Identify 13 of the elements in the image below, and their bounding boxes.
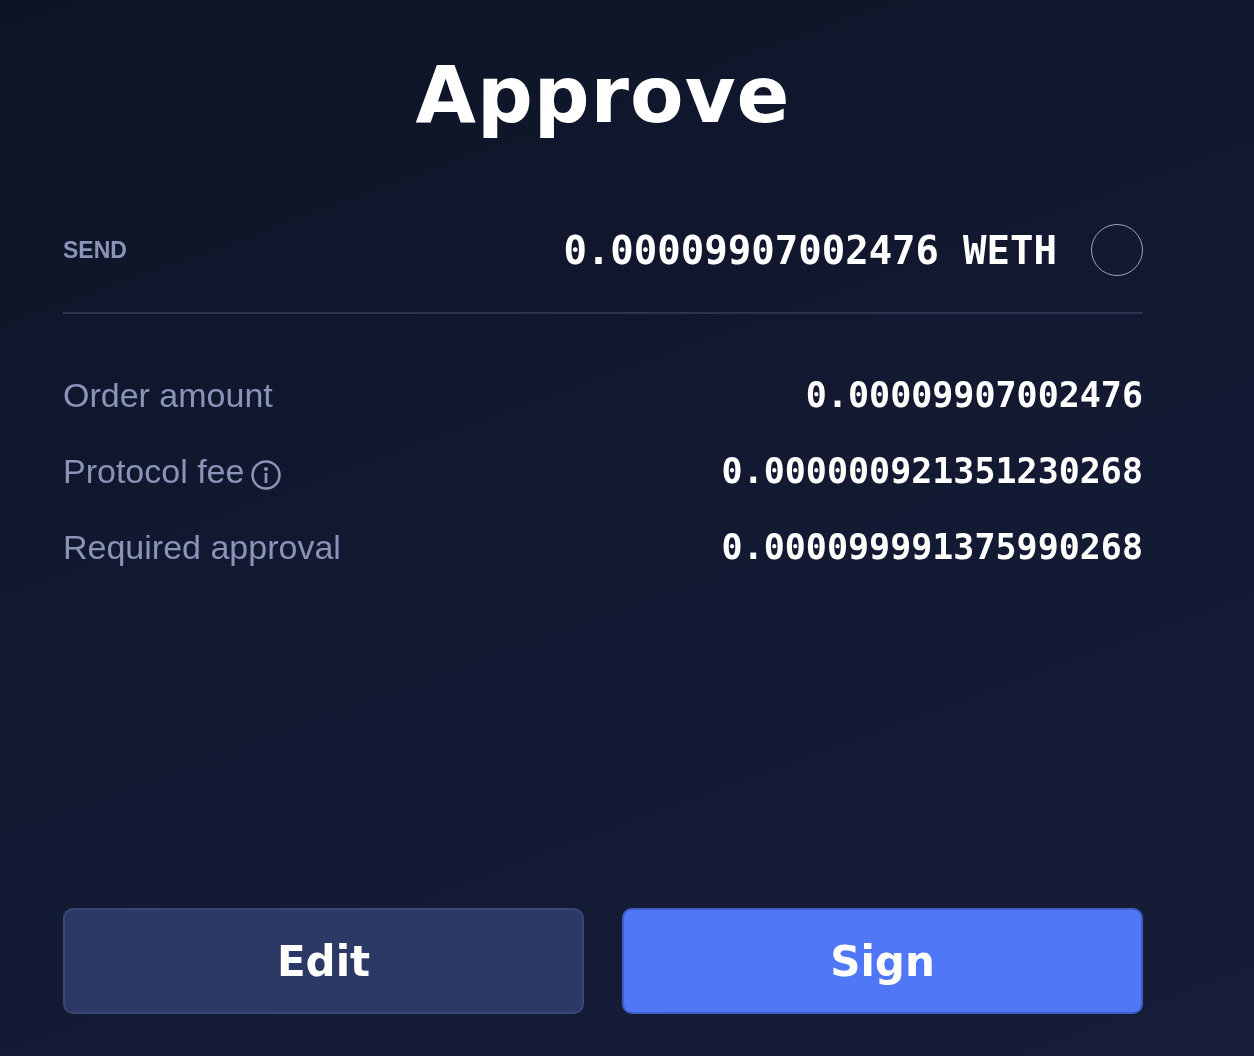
send-amount: 0.00009907002476: [563, 227, 940, 273]
sign-button[interactable]: Sign: [622, 908, 1143, 1014]
detail-value: 0.000099991375990268: [721, 527, 1143, 567]
detail-label: Required approval: [63, 527, 341, 567]
send-label: SEND: [63, 236, 128, 264]
detail-value: 0.00009907002476: [805, 375, 1143, 415]
detail-value: 0.000000921351230268: [721, 451, 1143, 491]
page-title: Approve: [414, 49, 792, 142]
edit-button[interactable]: Edit: [63, 908, 584, 1014]
detail-label: Order amount: [63, 375, 273, 415]
token-symbol: WETH: [963, 227, 1057, 273]
detail-label: Protocol fee: [63, 451, 245, 491]
info-icon[interactable]: [250, 459, 283, 491]
